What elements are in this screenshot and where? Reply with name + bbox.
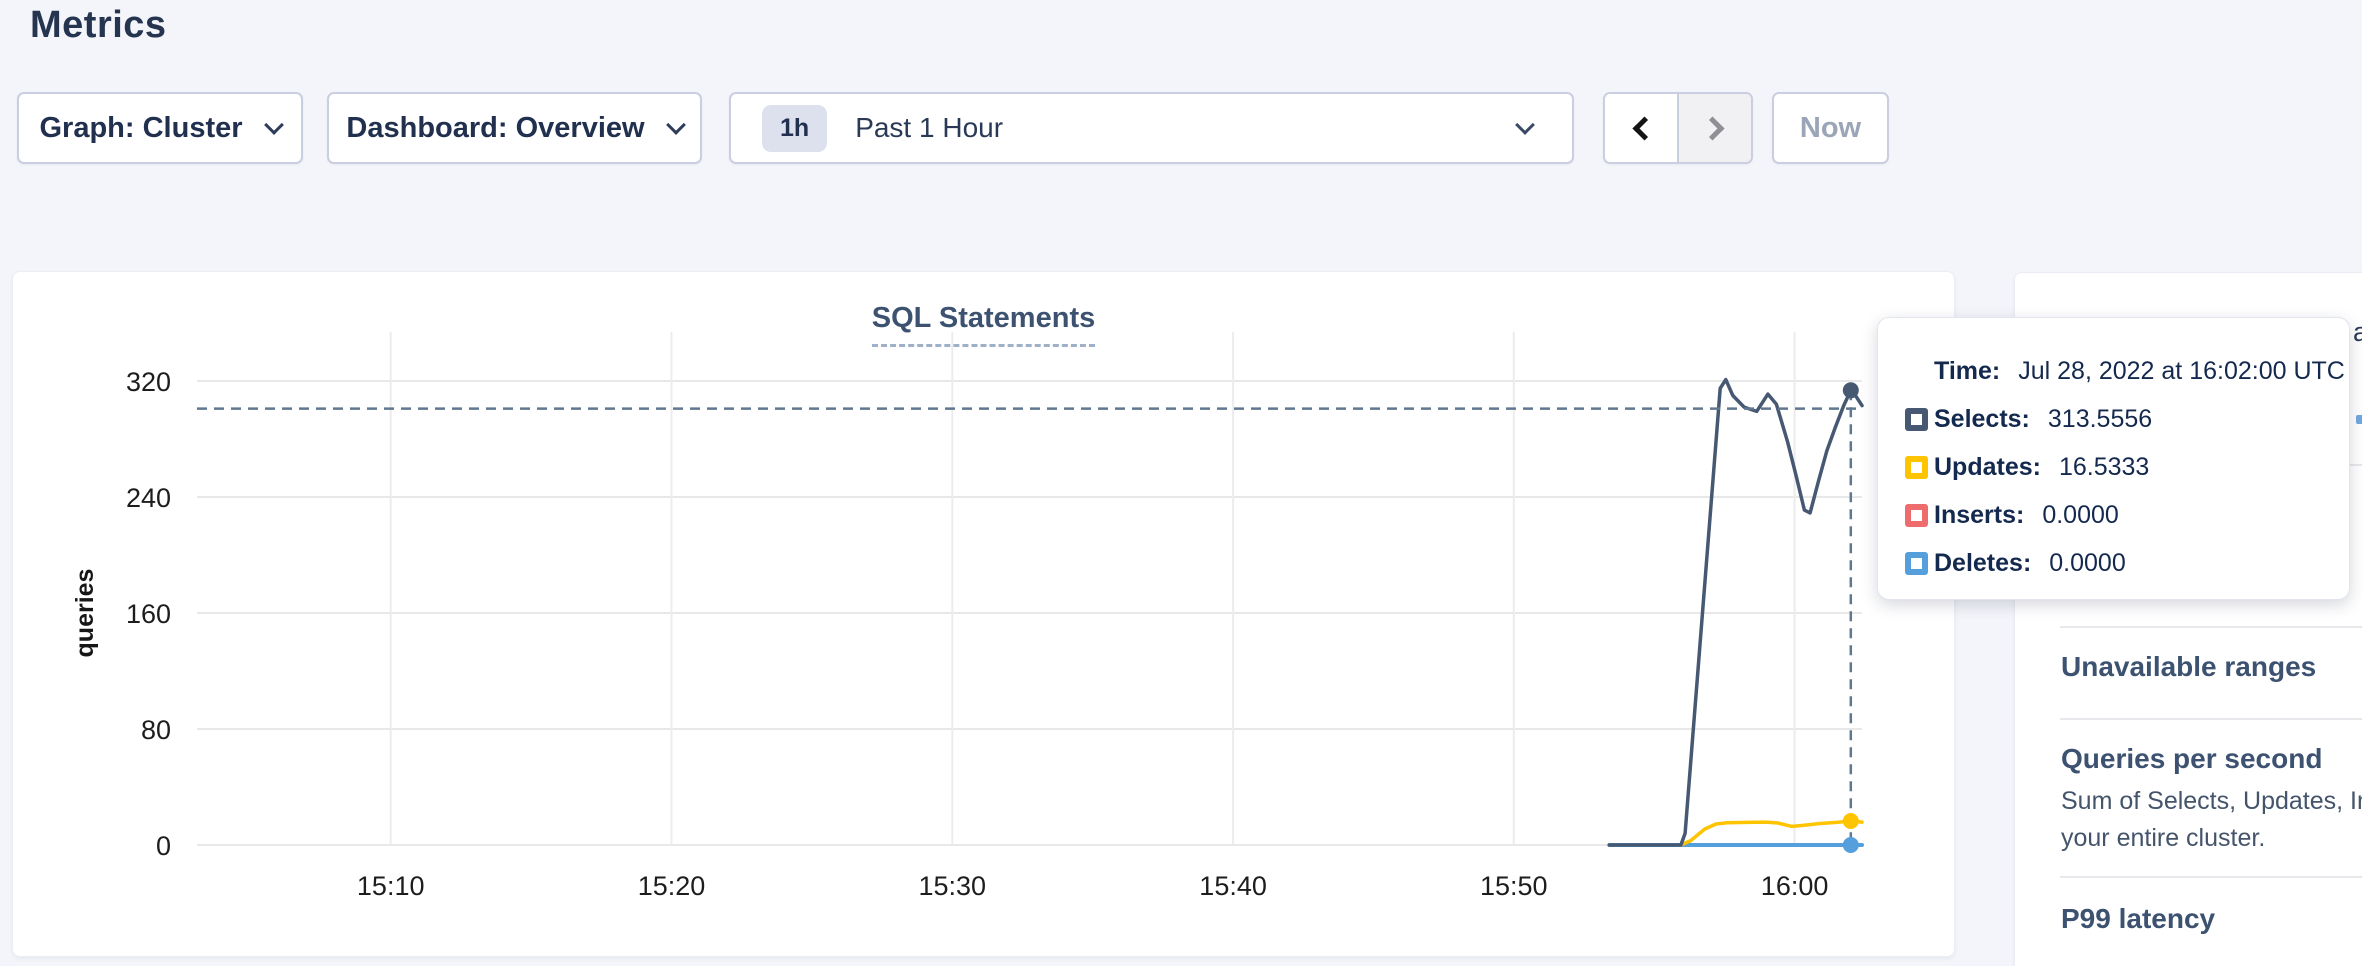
tooltip-updates-row: Updates: 16.5333: [1878, 443, 2349, 491]
partial-link-sliver: [2356, 415, 2362, 424]
svg-text:queries: queries: [71, 569, 99, 658]
next-time-button-disabled[interactable]: [1679, 94, 1751, 162]
tooltip-updates-value: 16.5333: [2059, 453, 2149, 482]
time-range-selector[interactable]: 1h Past 1 Hour: [729, 92, 1574, 164]
tooltip-deletes-value: 0.0000: [2049, 549, 2125, 578]
deletes-series-swatch-icon: [1905, 552, 1928, 575]
chevron-left-icon: [1632, 116, 1656, 140]
svg-text:80: 80: [141, 715, 171, 745]
tooltip-inserts-label: Inserts:: [1934, 501, 2024, 530]
svg-text:15:10: 15:10: [357, 871, 425, 901]
page-title: Metrics: [30, 4, 167, 47]
previous-time-button[interactable]: [1605, 94, 1679, 162]
tooltip-selects-value: 313.5556: [2048, 405, 2152, 434]
partial-text-sliver: a: [2353, 317, 2362, 348]
divider: [2348, 464, 2362, 466]
now-button-label: Now: [1800, 112, 1861, 145]
divider: [2060, 876, 2362, 878]
inserts-series-swatch-icon: [1905, 504, 1928, 527]
svg-text:15:20: 15:20: [638, 871, 706, 901]
chevron-down-icon: [1515, 115, 1535, 135]
tooltip-deletes-label: Deletes:: [1934, 549, 2031, 578]
svg-text:160: 160: [126, 599, 171, 629]
qps-description-line1: Sum of Selects, Updates, Inserts and Del…: [2061, 787, 2362, 816]
tooltip-deletes-row: Deletes: 0.0000: [1878, 539, 2349, 587]
updates-series-swatch-icon: [1905, 456, 1928, 479]
sql-statements-card: SQL Statements 0 80 160 240 320 15:10 15:20 15:…: [12, 271, 1955, 957]
tooltip-time-row: Time: Jul 28, 2022 at 16:02:00 UTC: [1878, 347, 2349, 395]
tooltip-inserts-row: Inserts: 0.0000: [1878, 491, 2349, 539]
chart-hover-tooltip: Time: Jul 28, 2022 at 16:02:00 UTC Selec…: [1877, 317, 2350, 600]
qps-description-line2: your entire cluster.: [2061, 824, 2265, 853]
chart-title-wrap: SQL Statements: [13, 302, 1954, 347]
graph-scope-dropdown-label: Graph: Cluster: [39, 112, 242, 145]
svg-text:15:30: 15:30: [919, 871, 987, 901]
tooltip-updates-label: Updates:: [1934, 453, 2041, 482]
svg-text:15:40: 15:40: [1199, 871, 1267, 901]
time-range-label: Past 1 Hour: [855, 112, 1003, 144]
tooltip-time-label: Time:: [1934, 357, 2000, 386]
svg-text:320: 320: [126, 367, 171, 397]
chevron-down-icon: [264, 115, 284, 135]
tooltip-inserts-value: 0.0000: [2042, 501, 2118, 530]
svg-text:16:00: 16:00: [1761, 871, 1829, 901]
time-range-badge: 1h: [762, 105, 827, 152]
graph-scope-dropdown[interactable]: Graph: Cluster: [17, 92, 303, 164]
chart-title[interactable]: SQL Statements: [872, 302, 1095, 347]
tooltip-selects-label: Selects:: [1934, 405, 2030, 434]
selects-series-swatch-icon: [1905, 408, 1928, 431]
sql-statements-chart[interactable]: 0 80 160 240 320 15:10 15:20 15:30 15:40 15:50 16:…: [13, 272, 1956, 958]
metrics-page: { "page": { "title": "Metrics" }, "toolb…: [0, 0, 2362, 966]
svg-text:15:50: 15:50: [1480, 871, 1548, 901]
divider: [2060, 718, 2362, 720]
tooltip-time-value: Jul 28, 2022 at 16:02:00 UTC: [2018, 357, 2345, 386]
tooltip-selects-row: Selects: 313.5556: [1878, 395, 2349, 443]
chevron-right-icon: [1700, 116, 1724, 140]
time-step-buttons: [1603, 92, 1753, 164]
sidebar-heading-queries-per-second: Queries per second: [2061, 743, 2322, 775]
chevron-down-icon: [666, 115, 686, 135]
dashboard-dropdown[interactable]: Dashboard: Overview: [327, 92, 702, 164]
sidebar-heading-p99-latency: P99 latency: [2061, 903, 2215, 935]
now-button[interactable]: Now: [1772, 92, 1889, 164]
svg-text:0: 0: [156, 831, 171, 861]
dashboard-dropdown-label: Dashboard: Overview: [346, 112, 644, 145]
divider: [2060, 626, 2362, 628]
sidebar-heading-unavailable-ranges: Unavailable ranges: [2061, 651, 2316, 683]
svg-text:240: 240: [126, 483, 171, 513]
